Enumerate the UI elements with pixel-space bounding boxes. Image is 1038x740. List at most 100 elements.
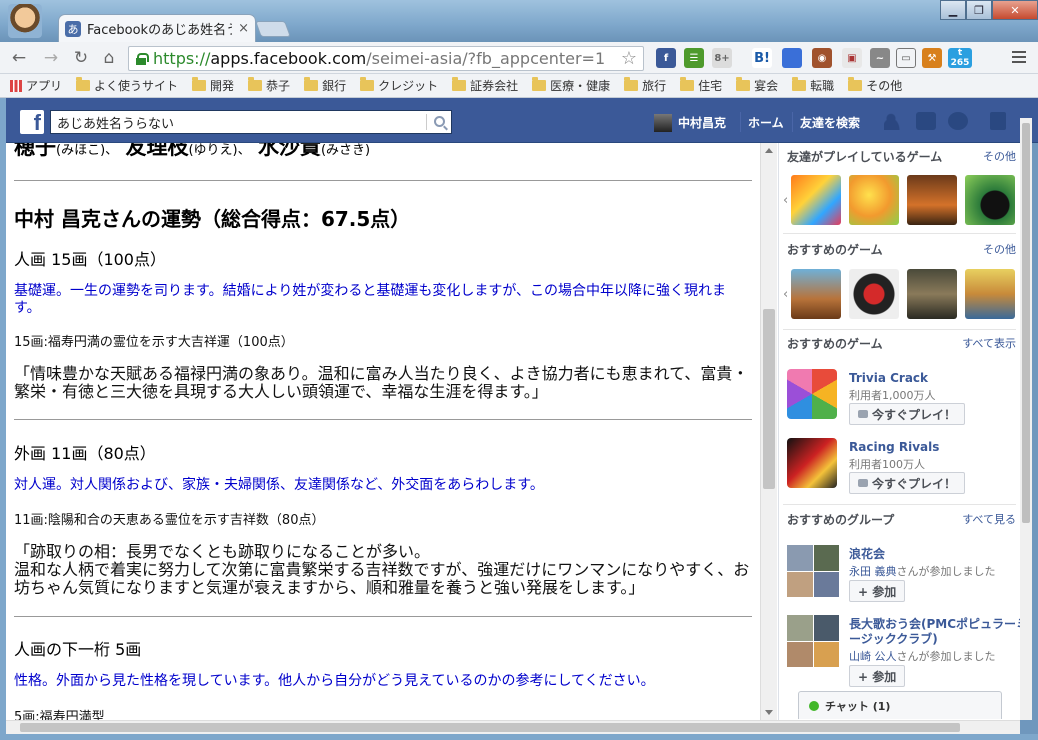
- chat-bar[interactable]: チャット (1): [798, 691, 1002, 719]
- tools-ext-icon[interactable]: ⚒: [922, 48, 942, 68]
- bookmark-folder[interactable]: 恭子: [248, 77, 290, 94]
- facebook-search-input[interactable]: あじあ姓名うらない: [50, 110, 452, 134]
- minimize-button[interactable]: ▁: [940, 0, 966, 20]
- play-now-button[interactable]: 今すぐプレイ！: [849, 472, 966, 494]
- game-thumbnail[interactable]: [965, 175, 1015, 225]
- tab-close-icon[interactable]: ×: [238, 21, 249, 36]
- menu-icon[interactable]: [1012, 51, 1026, 66]
- bookmark-folder[interactable]: 住宅: [680, 77, 722, 94]
- search-icon[interactable]: [434, 116, 445, 127]
- twitter-ext-icon[interactable]: t 265: [948, 48, 972, 68]
- trivia-crack-icon[interactable]: [787, 369, 837, 419]
- chat-ext-icon[interactable]: [782, 48, 802, 68]
- game-thumbnail[interactable]: [965, 269, 1015, 319]
- game-name[interactable]: Trivia Crack: [849, 371, 928, 385]
- nav-divider: [740, 112, 741, 132]
- address-bar[interactable]: https://apps.facebook.com/seimei-asia/?f…: [128, 46, 644, 71]
- game-thumbnail[interactable]: [907, 175, 957, 225]
- nav-home[interactable]: ホーム: [748, 114, 784, 131]
- hatena-ext-icon[interactable]: B!: [752, 48, 772, 68]
- evernote-ext-icon[interactable]: ☰: [684, 48, 704, 68]
- app-favicon-icon: あ: [65, 20, 81, 37]
- carousel-left-icon[interactable]: ‹: [783, 193, 788, 208]
- bookmark-folder[interactable]: その他: [848, 77, 902, 94]
- browser-toolbar: ← → ↻ ⌂ https://apps.facebook.com/seimei…: [0, 42, 1038, 74]
- browser-tab[interactable]: あ Facebookのあじあ姓名う ×: [58, 14, 256, 42]
- back-arrow-icon[interactable]: ←: [8, 48, 30, 68]
- join-group-button[interactable]: + 参加: [849, 665, 906, 687]
- game-name[interactable]: Racing Rivals: [849, 440, 939, 454]
- scrollbar-thumb[interactable]: [763, 309, 775, 489]
- join-group-button[interactable]: + 参加: [849, 580, 906, 602]
- horizontal-scrollbar[interactable]: [6, 720, 1020, 734]
- recommended-games-more-link[interactable]: その他: [983, 241, 1016, 257]
- friends-games-title: 友達がプレイしているゲーム: [787, 150, 943, 164]
- pulse-ext-icon[interactable]: ~: [870, 48, 890, 68]
- section-description: 性格。外面から見た性格を現しています。他人から自分がどう見えているのかの参考にし…: [14, 673, 655, 689]
- sidebar-scrollbar[interactable]: [1020, 118, 1032, 720]
- folder-icon: [192, 77, 207, 91]
- friend-requests-icon[interactable]: [884, 112, 904, 130]
- reload-icon[interactable]: ↻: [70, 48, 92, 68]
- game-thumbnail[interactable]: [849, 175, 899, 225]
- app-content: 穂子(みほこ)、 友理枝(ゆりえ)、 水沙貴(みさき) 中村 昌克さんの運勢（総…: [6, 143, 778, 720]
- bookmark-apps[interactable]: アプリ: [10, 77, 62, 94]
- group-name-continued[interactable]: ージッククラブ): [849, 630, 938, 647]
- game-thumbnail[interactable]: [849, 269, 899, 319]
- game-thumbnail[interactable]: [791, 175, 841, 225]
- facebook-ext-icon[interactable]: f: [656, 48, 676, 68]
- group-member-photos[interactable]: [787, 615, 839, 667]
- game-thumbnail[interactable]: [907, 269, 957, 319]
- bookmark-folder[interactable]: 転職: [792, 77, 834, 94]
- bookmark-star-icon[interactable]: ☆: [621, 48, 637, 69]
- cast-icon[interactable]: ▭: [896, 48, 916, 68]
- scroll-down-icon[interactable]: [765, 710, 773, 715]
- home-icon[interactable]: ⌂: [98, 48, 120, 68]
- nav-user-name[interactable]: 中村昌克: [678, 114, 726, 131]
- forward-arrow-icon[interactable]: →: [40, 48, 62, 68]
- close-window-button[interactable]: ✕: [992, 0, 1038, 20]
- user-avatar[interactable]: [654, 114, 672, 132]
- friends-games-more-link[interactable]: その他: [983, 148, 1016, 164]
- scroll-up-icon[interactable]: [765, 148, 773, 153]
- horizontal-scrollbar-thumb[interactable]: [20, 723, 960, 732]
- new-tab-button[interactable]: [255, 21, 291, 37]
- group-joined-note: 永田 義典さんが参加しました: [849, 565, 996, 578]
- bookmark-folder[interactable]: クレジット: [360, 77, 438, 94]
- window-controls: ▁ ❐ ✕: [940, 0, 1038, 20]
- recommended-games2-all-link[interactable]: すべて表示: [962, 335, 1016, 351]
- bookmark-folder[interactable]: 宴会: [736, 77, 778, 94]
- bookmark-folder[interactable]: 開発: [192, 77, 234, 94]
- content-scrollbar[interactable]: [760, 143, 777, 720]
- play-now-button[interactable]: 今すぐプレイ！: [849, 403, 966, 425]
- sidebar-scrollbar-thumb[interactable]: [1022, 123, 1030, 523]
- recommended-groups-all-link[interactable]: すべて見る: [962, 511, 1016, 527]
- bookmark-folder[interactable]: 旅行: [624, 77, 666, 94]
- folder-icon: [248, 77, 263, 91]
- game-thumbnail[interactable]: [791, 269, 841, 319]
- messages-icon[interactable]: [916, 112, 936, 130]
- section-detail: 5画:福寿円満型: [14, 710, 105, 720]
- search-divider: [426, 114, 427, 130]
- bookmark-folder[interactable]: 銀行: [304, 77, 346, 94]
- image-ext-icon[interactable]: ▣: [842, 48, 862, 68]
- bookmark-folder[interactable]: 証券会社: [452, 77, 518, 94]
- divider: [14, 180, 752, 181]
- bookmark-folder[interactable]: 医療・健康: [532, 77, 610, 94]
- instagram-ext-icon[interactable]: ◉: [812, 48, 832, 68]
- facebook-logo-icon[interactable]: f: [20, 110, 44, 134]
- search-value: あじあ姓名うらない: [57, 116, 175, 132]
- googleplus-ext-icon[interactable]: 8+: [712, 48, 732, 68]
- maximize-button[interactable]: ❐: [966, 0, 992, 20]
- group-name[interactable]: 浪花会: [849, 545, 885, 562]
- carousel-left-icon[interactable]: ‹: [783, 287, 788, 302]
- folder-icon: [680, 77, 695, 91]
- racing-rivals-icon[interactable]: [787, 438, 837, 488]
- notifications-globe-icon[interactable]: [948, 112, 968, 130]
- facebook-header: f あじあ姓名うらない 中村昌克 ホーム 友達を検索: [6, 98, 1038, 143]
- bookmark-folder[interactable]: よく使うサイト: [76, 77, 178, 94]
- profile-avatar-icon[interactable]: [8, 4, 42, 38]
- group-member-photos[interactable]: [787, 545, 839, 597]
- privacy-lock-icon[interactable]: [990, 112, 1006, 130]
- nav-find-friends[interactable]: 友達を検索: [800, 114, 860, 131]
